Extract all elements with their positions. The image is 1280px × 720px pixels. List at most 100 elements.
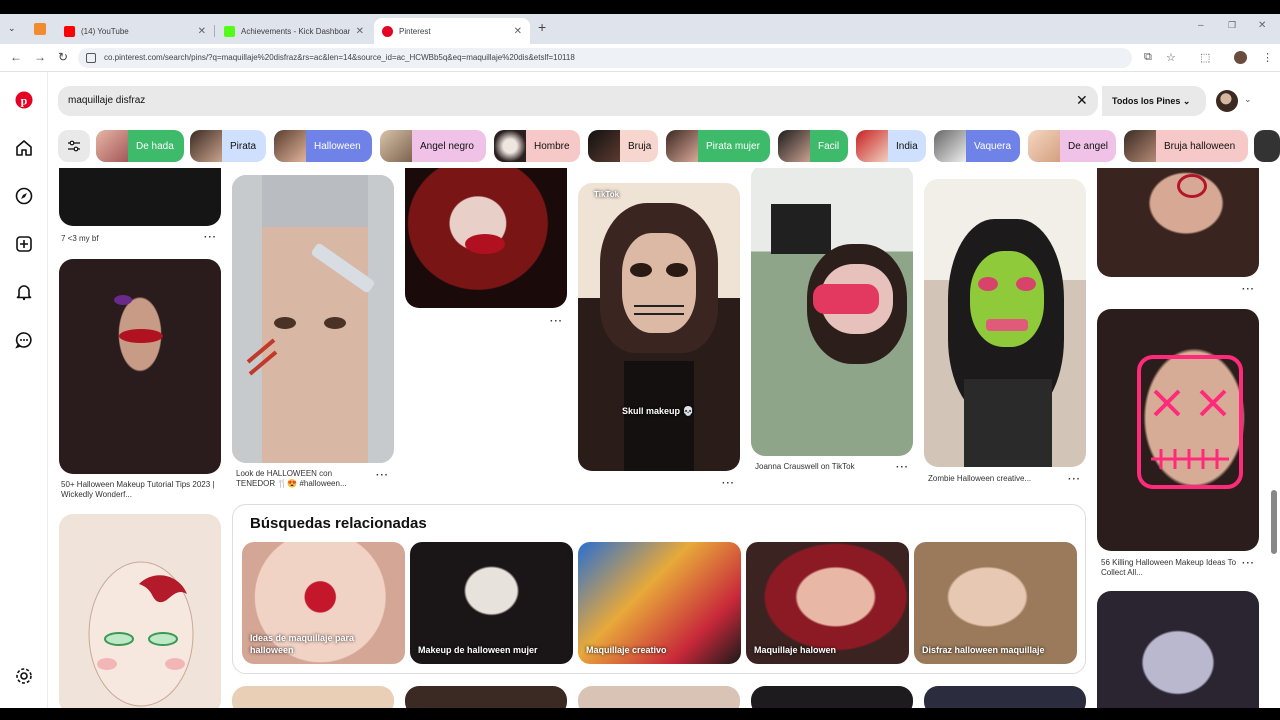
related-search-label: Ideas de maquillaje para halloween	[250, 633, 355, 655]
pin-caption: Joanna Crauswell on TikTok	[755, 462, 855, 471]
profile-avatar[interactable]	[1234, 51, 1247, 64]
pin-caption: 7 <3 my bf	[61, 234, 99, 243]
pin-image-mouth	[986, 319, 1028, 331]
pin-card[interactable]	[751, 686, 913, 708]
back-button[interactable]: ←	[10, 50, 22, 64]
pinned-tab-icon[interactable]	[34, 23, 46, 35]
filter-sliders-icon[interactable]	[58, 130, 90, 162]
tab-kick[interactable]: Achievements - Kick Dashboard ✕	[216, 18, 372, 44]
close-tab-icon[interactable]: ✕	[356, 26, 364, 37]
settings-gear-icon[interactable]	[14, 666, 34, 686]
forward-button[interactable]: →	[34, 50, 46, 64]
related-search-card[interactable]: Maquillaje halowen	[746, 542, 909, 664]
pin-more-icon[interactable]: ···	[1242, 558, 1255, 569]
chip-halloween[interactable]: Halloween	[274, 130, 372, 162]
install-app-icon[interactable]: ⧉	[1144, 51, 1152, 64]
tab-strip: ⌄ (14) YouTube ✕ Achievements - Kick Das…	[0, 14, 1280, 44]
related-search-label: Maquillaje creativo	[586, 645, 667, 655]
pin-more-icon[interactable]: ···	[1242, 284, 1255, 295]
related-search-card[interactable]: Maquillaje creativo	[578, 542, 741, 664]
chip-angel-negro[interactable]: Angel negro	[380, 130, 486, 162]
pin-card[interactable]	[578, 686, 740, 708]
tiktok-watermark: TikTok	[594, 190, 620, 199]
pinterest-icon	[382, 25, 393, 37]
chip-more[interactable]	[1254, 130, 1280, 162]
chip-label: Bruja	[628, 140, 652, 152]
chevron-down-icon: ⌄	[1182, 96, 1191, 106]
pin-image-face	[622, 233, 696, 333]
pin-card[interactable]	[59, 168, 221, 226]
related-search-card[interactable]: Ideas de maquillaje para halloween	[242, 542, 405, 664]
user-avatar[interactable]	[1216, 90, 1238, 112]
reload-button[interactable]: ↻	[58, 50, 68, 64]
chip-bruja-halloween[interactable]: Bruja halloween	[1124, 130, 1248, 162]
pin-card[interactable]	[232, 175, 394, 463]
pin-card[interactable]	[232, 686, 394, 708]
tab-search-icon[interactable]: ⌄	[8, 23, 20, 35]
account-chevron-icon[interactable]: ⌄	[1244, 94, 1252, 105]
pin-card[interactable]	[405, 686, 567, 708]
close-tab-icon[interactable]: ✕	[198, 26, 206, 37]
chip-vaquera[interactable]: Vaquera	[934, 130, 1020, 162]
close-tab-icon[interactable]: ✕	[514, 26, 522, 37]
new-tab-button[interactable]: +	[538, 19, 546, 35]
chip-thumbnail	[1124, 130, 1156, 162]
create-icon[interactable]	[14, 234, 34, 254]
chip-facil[interactable]: Facil	[778, 130, 848, 162]
menu-kebab-icon[interactable]: ⋮	[1262, 51, 1273, 64]
chip-india[interactable]: India	[856, 130, 926, 162]
related-search-card[interactable]: Makeup de halloween mujer	[410, 542, 573, 664]
bottom-letterbox	[0, 708, 1280, 720]
pin-card[interactable]	[1097, 168, 1259, 277]
pin-card[interactable]	[59, 259, 221, 474]
pin-more-icon[interactable]: ···	[722, 478, 735, 489]
chip-de-angel[interactable]: De angel	[1028, 130, 1116, 162]
messages-icon[interactable]	[14, 330, 34, 350]
url-field[interactable]: co.pinterest.com/search/pins/?q=maquilla…	[78, 48, 1132, 68]
notifications-bell-icon[interactable]	[14, 282, 34, 302]
pin-image-eye	[324, 317, 346, 329]
related-searches-title: Búsquedas relacionadas	[250, 515, 427, 532]
pin-card[interactable]	[924, 179, 1086, 467]
pin-card[interactable]	[751, 168, 913, 456]
chip-label: Pirata mujer	[706, 140, 760, 152]
chip-de-hada[interactable]: De hada	[96, 130, 184, 162]
site-info-icon[interactable]	[86, 53, 96, 63]
tab-youtube[interactable]: (14) YouTube ✕	[56, 18, 214, 44]
pin-card[interactable]	[405, 168, 567, 308]
pin-image-skull-jaw	[813, 284, 879, 314]
related-search-label: Maquillaje halowen	[754, 645, 837, 655]
page-scrollbar[interactable]	[1271, 490, 1277, 554]
clear-search-icon[interactable]: ✕	[1076, 92, 1088, 109]
maximize-icon[interactable]: ❐	[1228, 20, 1236, 31]
kick-icon	[224, 25, 235, 37]
tab-pinterest[interactable]: Pinterest ✕	[374, 18, 530, 44]
home-icon[interactable]	[14, 138, 34, 158]
pin-more-icon[interactable]: ···	[1068, 474, 1081, 485]
chip-pirata-mujer[interactable]: Pirata mujer	[666, 130, 770, 162]
chip-bruja[interactable]: Bruja	[588, 130, 658, 162]
search-input[interactable]: maquillaje disfraz	[58, 86, 1098, 116]
pin-card[interactable]	[59, 514, 221, 708]
pin-card[interactable]	[1097, 309, 1259, 551]
pin-card[interactable]	[578, 183, 740, 471]
pin-more-icon[interactable]: ···	[896, 462, 909, 473]
minimize-icon[interactable]: –	[1198, 20, 1204, 31]
pin-more-icon[interactable]: ···	[204, 232, 217, 243]
pin-card[interactable]	[1097, 591, 1259, 708]
chip-hombre[interactable]: Hombre	[494, 130, 580, 162]
pin-filter-dropdown[interactable]: Todos los Pines ⌄	[1102, 86, 1206, 116]
pinterest-logo-icon[interactable]: p	[14, 90, 34, 110]
pin-image-stitched-mouth	[634, 305, 684, 315]
bookmark-star-icon[interactable]: ☆	[1166, 51, 1176, 64]
explore-compass-icon[interactable]	[14, 186, 34, 206]
chip-thumbnail	[96, 130, 128, 162]
extensions-icon[interactable]: ⬚	[1200, 51, 1210, 64]
pin-card[interactable]	[924, 686, 1086, 708]
chip-pirata[interactable]: Pirata	[190, 130, 266, 162]
close-window-icon[interactable]: ✕	[1258, 20, 1266, 31]
pin-more-icon[interactable]: ···	[550, 316, 563, 327]
chip-label: De hada	[136, 140, 174, 152]
related-search-card[interactable]: Disfraz halloween maquillaje	[914, 542, 1077, 664]
pin-more-icon[interactable]: ···	[376, 470, 389, 481]
